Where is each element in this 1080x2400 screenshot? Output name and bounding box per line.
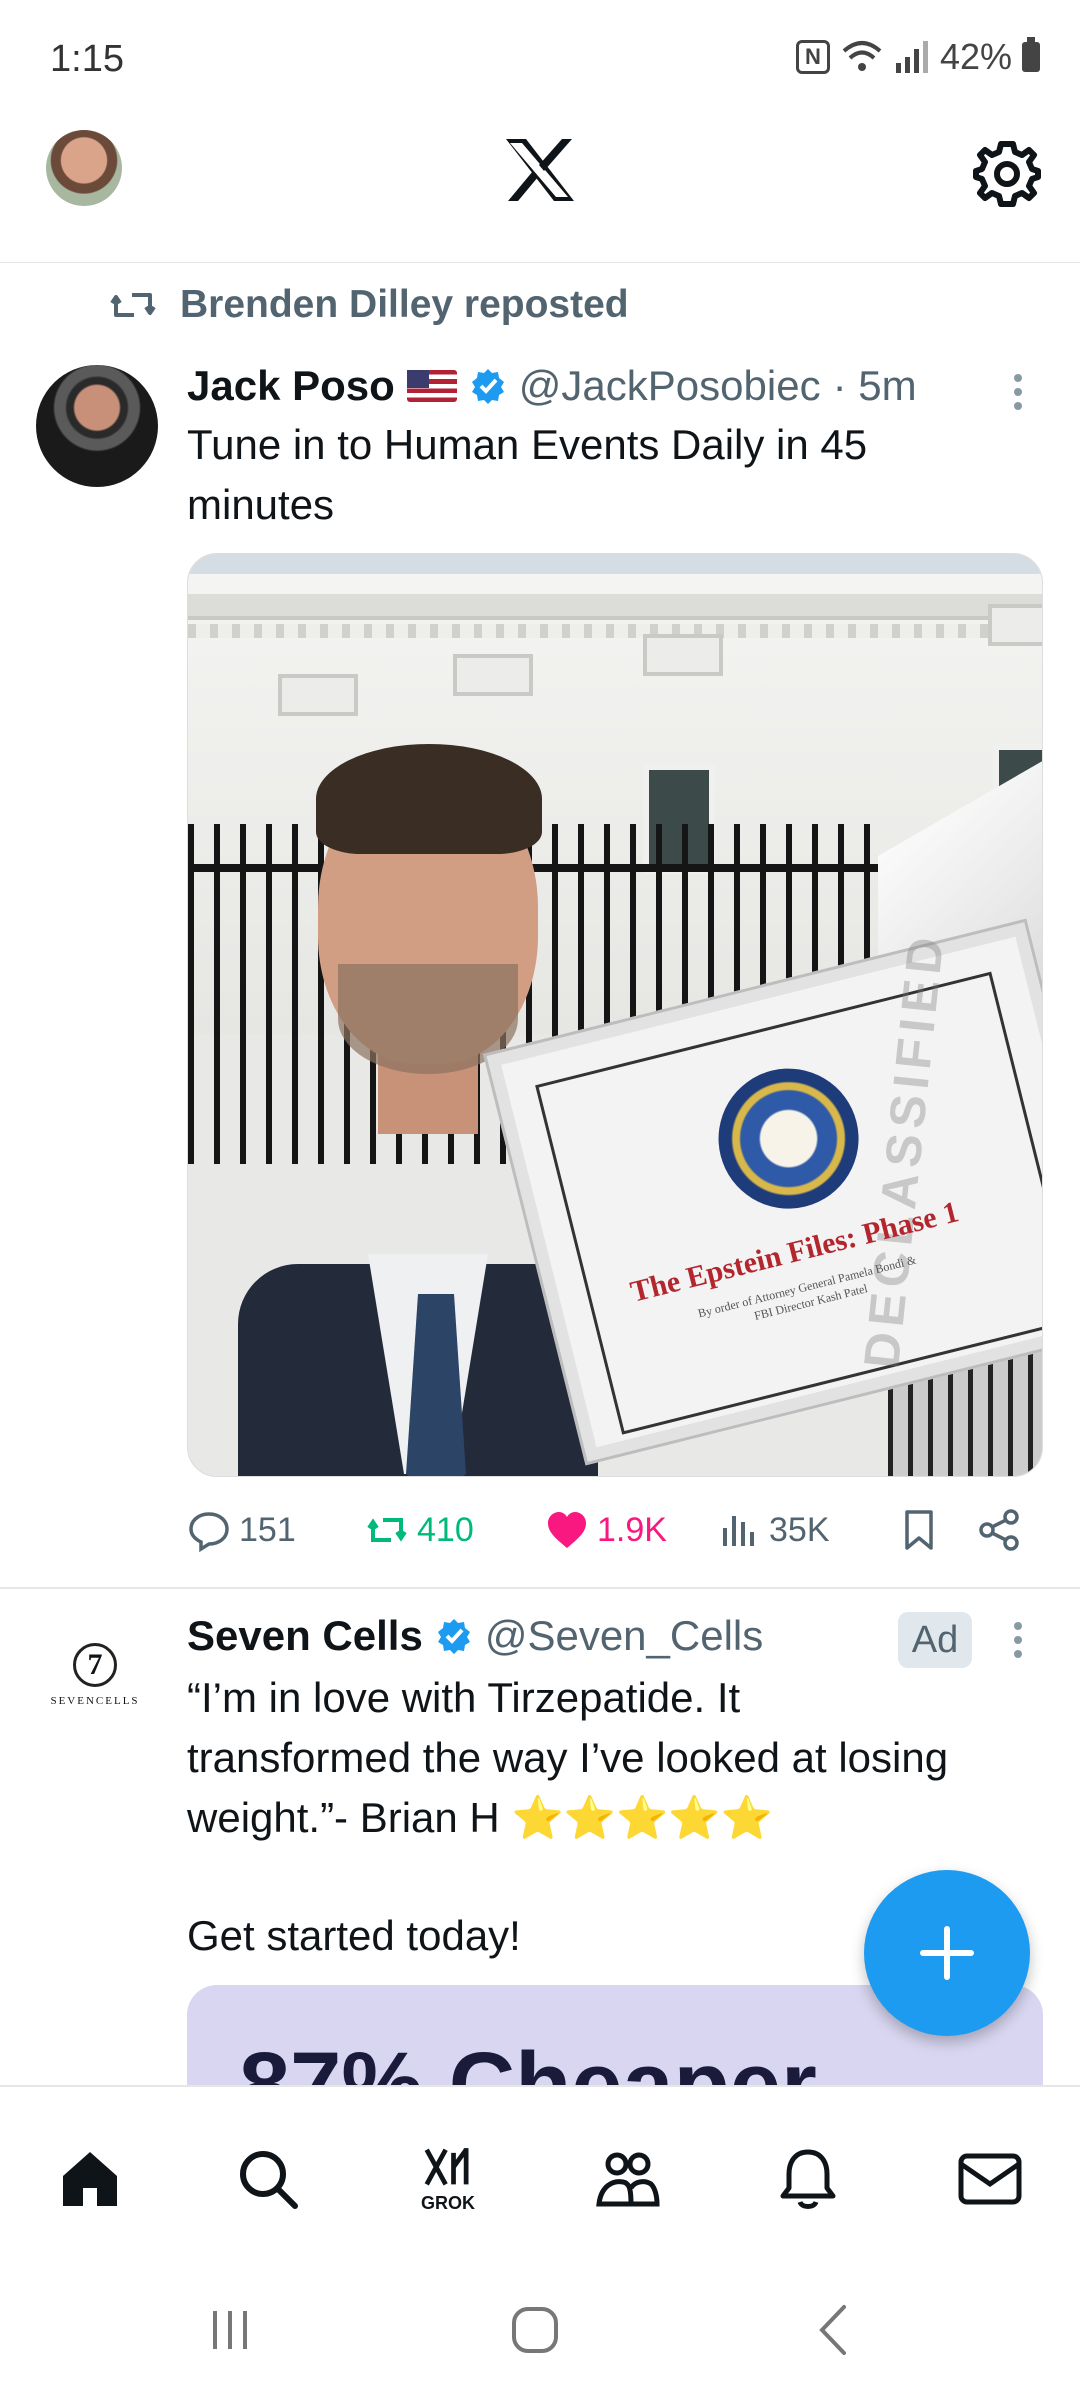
tweet-time: · 5m: [832, 362, 917, 409]
gear-icon[interactable]: [972, 138, 1042, 208]
author-name[interactable]: Jack Poso: [187, 362, 395, 410]
ad-badge: Ad: [898, 1612, 972, 1668]
verified-icon: [437, 1619, 470, 1654]
star-rating: ⭐⭐⭐⭐⭐: [511, 1794, 773, 1841]
ad-tweet-header: Seven Cells @Seven_Cells: [187, 1612, 763, 1660]
like-icon: [548, 1512, 586, 1548]
ad-author-avatar[interactable]: 7 SEVENCELLS: [40, 1620, 150, 1730]
photo-panel: [453, 654, 533, 696]
tweet-author-avatar[interactable]: [36, 365, 158, 487]
wifi-icon: [842, 41, 882, 71]
repost-icon: [367, 1518, 407, 1542]
status-bar: 1:15 N 42%: [0, 0, 1080, 120]
reply-icon: [189, 1512, 229, 1552]
nav-communities[interactable]: [588, 2139, 668, 2219]
nav-messages[interactable]: [950, 2139, 1030, 2219]
repost-count: 410: [417, 1510, 474, 1549]
views-button[interactable]: 35K: [717, 1508, 830, 1552]
person-hair: [316, 744, 542, 854]
home-icon: [63, 2152, 117, 2206]
bookmark-icon: [905, 1510, 933, 1550]
home-circle-icon[interactable]: [500, 2295, 570, 2365]
x-logo-icon[interactable]: [500, 135, 580, 205]
bookmark-button[interactable]: [897, 1508, 941, 1552]
bottom-nav: GROK: [0, 2085, 1080, 2255]
seven-logo-icon: 7: [73, 1643, 117, 1687]
repost-banner-text: Brenden Dilley reposted: [180, 283, 629, 326]
photo-cornice: [188, 594, 1042, 620]
like-button[interactable]: 1.9K: [545, 1508, 667, 1552]
ad-author-handle[interactable]: @Seven_Cells: [485, 1612, 763, 1660]
author-handle[interactable]: @JackPosobiec: [519, 362, 821, 410]
status-time: 1:15: [50, 38, 124, 80]
repost-button[interactable]: 410: [365, 1508, 474, 1552]
compose-button[interactable]: [864, 1870, 1030, 2036]
ad-author-name[interactable]: Seven Cells: [187, 1612, 423, 1660]
photo-dentils: [188, 624, 1042, 638]
reply-count: 151: [239, 1510, 296, 1549]
reply-button[interactable]: 151: [187, 1508, 296, 1552]
tweet-photo[interactable]: DECLASSIFIED The Epstein Files: Phase 1 …: [187, 553, 1043, 1477]
nav-home[interactable]: [50, 2139, 130, 2219]
photo-panel: [988, 604, 1042, 646]
system-nav-bar: [0, 2255, 1080, 2400]
views-icon: [723, 1516, 754, 1546]
verified-icon: [471, 369, 504, 404]
nav-grok[interactable]: GROK: [408, 2139, 488, 2219]
nav-search[interactable]: [228, 2139, 308, 2219]
search-icon: [240, 2151, 298, 2209]
views-count: 35K: [769, 1510, 830, 1549]
battery-icon: [1022, 37, 1040, 72]
tweet-actions: 151 410 1.9K 35K: [187, 1508, 1043, 1564]
like-count: 1.9K: [597, 1510, 667, 1549]
plus-icon: [920, 1926, 974, 1980]
ad-tweet-text: “I’m in love with Tirzepatide. It transf…: [187, 1668, 948, 1848]
share-icon: [979, 1509, 1019, 1551]
recent-apps-icon[interactable]: [195, 2295, 265, 2365]
signal-icon: [895, 41, 928, 73]
repost-banner[interactable]: Brenden Dilley reposted: [110, 283, 629, 327]
header-divider: [0, 262, 1080, 263]
repost-icon: [110, 293, 156, 317]
bell-icon: [780, 2149, 836, 2209]
nfc-icon: N: [795, 40, 830, 74]
share-button[interactable]: [977, 1508, 1021, 1552]
communities-icon: [596, 2152, 660, 2207]
grok-icon: [424, 2147, 469, 2186]
status-indicators: N 42%: [795, 36, 1040, 78]
us-flag-icon: [406, 370, 457, 402]
photo-panel: [643, 634, 723, 676]
doj-seal-icon: [703, 1053, 874, 1224]
back-icon[interactable]: [800, 2295, 870, 2365]
more-icon[interactable]: [1012, 370, 1024, 414]
grok-label: GROK: [421, 2192, 475, 2213]
mail-icon: [958, 2153, 1022, 2205]
tweet-header: Jack Poso @JackPosobiec · 5m: [187, 362, 917, 410]
more-icon[interactable]: [1012, 1618, 1024, 1662]
ad-cta-text: Get started today!: [187, 1912, 521, 1959]
tweet-text: Tune in to Human Events Daily in 45 minu…: [187, 421, 868, 528]
avatar-wordmark: SEVENCELLS: [50, 1695, 140, 1707]
photo-panel: [278, 674, 358, 716]
tweet-divider: [0, 1587, 1080, 1589]
binder-cover: DECLASSIFIED The Epstein Files: Phase 1 …: [535, 929, 1042, 1435]
nav-notifications[interactable]: [768, 2139, 848, 2219]
profile-avatar[interactable]: [46, 130, 122, 206]
battery-percent: 42%: [939, 36, 1012, 77]
binder-stamp: DECLASSIFIED: [853, 928, 955, 1372]
